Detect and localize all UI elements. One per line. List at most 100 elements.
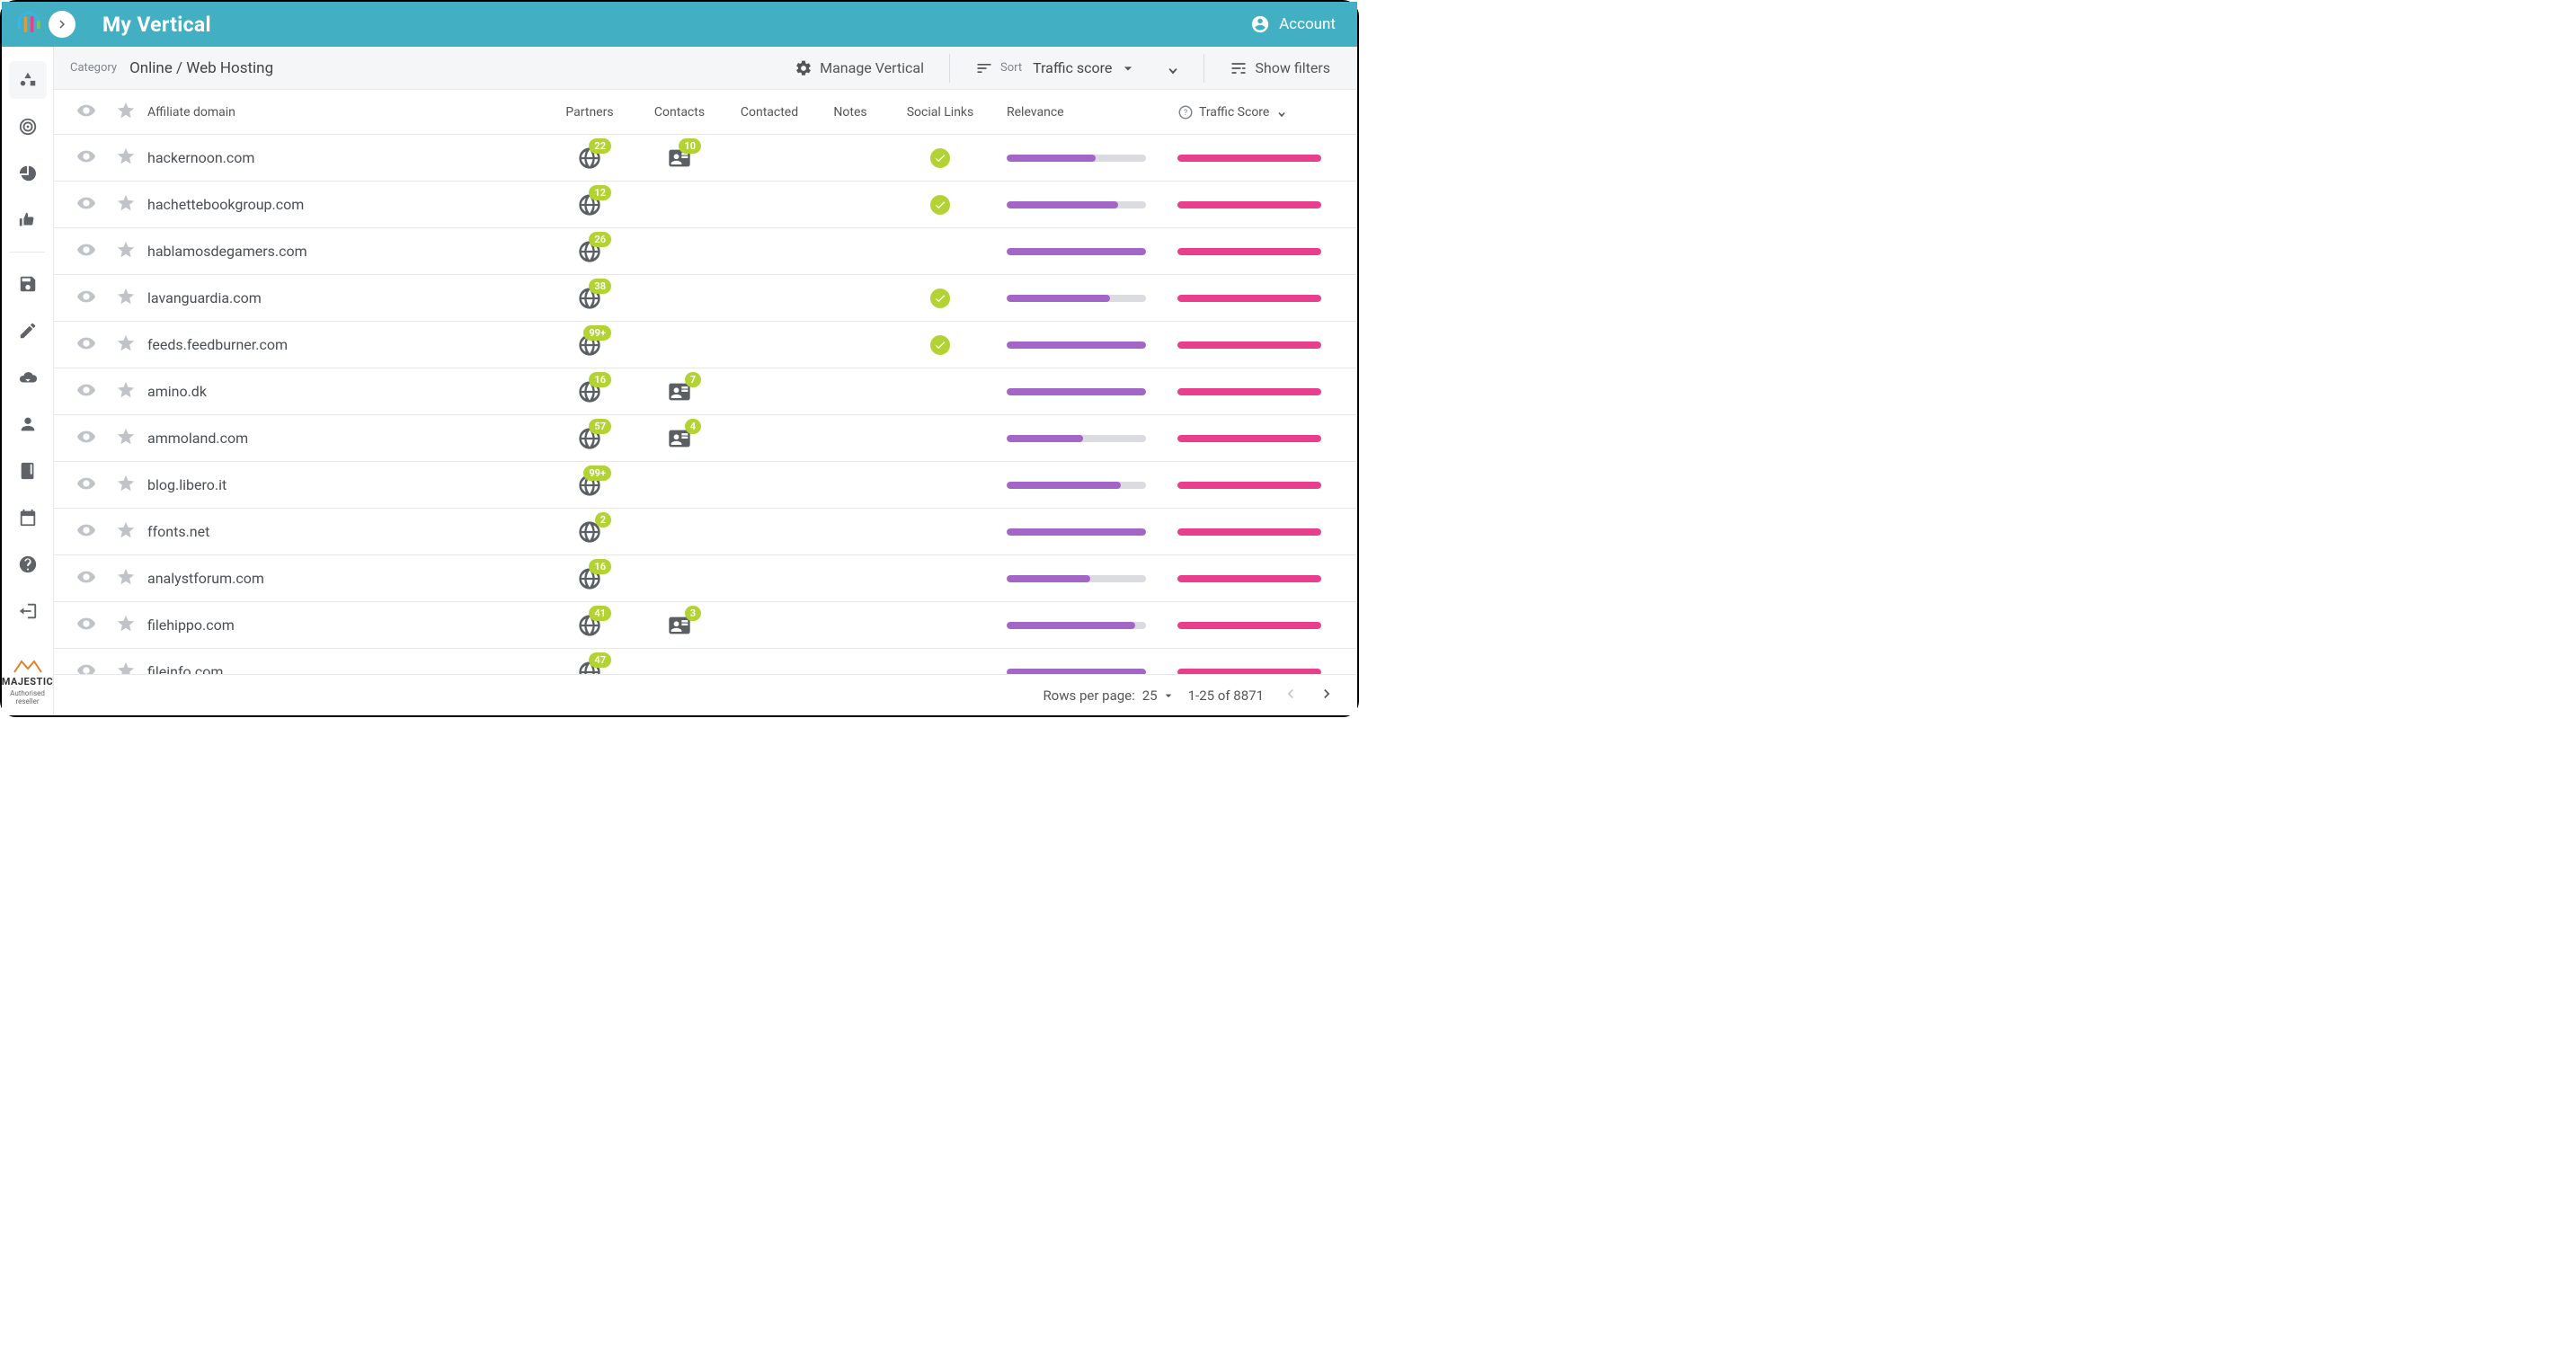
row-eye-icon[interactable]	[76, 474, 96, 497]
partners-badge[interactable]: 22	[577, 146, 602, 171]
row-star-icon[interactable]	[116, 474, 136, 497]
contacts-badge[interactable]: 10	[667, 146, 692, 171]
partners-badge[interactable]: 2	[577, 519, 602, 545]
row-domain[interactable]: ffonts.net	[146, 523, 545, 540]
partners-badge[interactable]: 57	[577, 426, 602, 451]
help-circle-icon[interactable]: ?	[1177, 104, 1194, 120]
col-partners[interactable]: Partners	[545, 105, 635, 120]
prev-page-button[interactable]	[1276, 679, 1305, 711]
table-row[interactable]: hackernoon.com 22 10	[54, 135, 1357, 182]
col-contacts[interactable]: Contacts	[635, 105, 724, 120]
partners-badge[interactable]: 16	[577, 566, 602, 591]
partners-badge[interactable]: 38	[577, 286, 602, 311]
rail-pie[interactable]	[9, 155, 47, 192]
row-domain[interactable]: filehippo.com	[146, 616, 545, 634]
row-eye-icon[interactable]	[76, 380, 96, 404]
row-star-icon[interactable]	[116, 287, 136, 310]
table-row[interactable]: fileinfo.com 47	[54, 649, 1357, 674]
account-menu[interactable]: Account	[1250, 14, 1336, 34]
row-eye-icon[interactable]	[76, 146, 96, 170]
rail-help[interactable]	[9, 545, 47, 583]
manage-vertical-button[interactable]: Manage Vertical	[784, 54, 935, 83]
row-star-icon[interactable]	[116, 380, 136, 404]
table-row[interactable]: feeds.feedburner.com 99+	[54, 322, 1357, 368]
rail-edit[interactable]	[9, 312, 47, 350]
row-star-icon[interactable]	[116, 240, 136, 263]
partners-badge[interactable]: 16	[577, 379, 602, 404]
category-value[interactable]: Online / Web Hosting	[129, 59, 273, 77]
sidebar-expand-button[interactable]	[49, 11, 76, 38]
row-domain[interactable]: hackernoon.com	[146, 149, 545, 166]
row-eye-icon[interactable]	[76, 661, 96, 675]
table-row[interactable]: filehippo.com 41 3	[54, 602, 1357, 649]
col-affiliate[interactable]: Affiliate domain	[146, 105, 545, 120]
next-page-button[interactable]	[1312, 679, 1341, 711]
rail-shapes[interactable]	[9, 61, 47, 99]
partners-badge[interactable]: 99+	[577, 333, 602, 358]
row-star-icon[interactable]	[116, 520, 136, 544]
show-filters-button[interactable]: Show filters	[1219, 54, 1341, 83]
table-row[interactable]: blog.libero.it 99+	[54, 462, 1357, 509]
row-domain[interactable]: hablamosdegamers.com	[146, 243, 545, 260]
row-eye-icon[interactable]	[76, 333, 96, 357]
rail-thumbs[interactable]	[9, 201, 47, 239]
contacts-badge[interactable]: 4	[667, 426, 692, 451]
partners-badge[interactable]: 47	[577, 660, 602, 675]
col-relevance[interactable]: Relevance	[994, 105, 1165, 120]
help-icon	[18, 554, 38, 574]
row-domain[interactable]: ammoland.com	[146, 430, 545, 447]
col-star-icon[interactable]	[116, 101, 136, 124]
col-eye-icon[interactable]	[76, 101, 96, 124]
partners-badge[interactable]: 12	[577, 192, 602, 217]
rail-book[interactable]	[9, 452, 47, 490]
col-traffic[interactable]: ? Traffic Score	[1165, 104, 1345, 120]
row-eye-icon[interactable]	[76, 520, 96, 544]
row-eye-icon[interactable]	[76, 240, 96, 263]
sort-direction-button[interactable]	[1157, 59, 1189, 77]
col-notes[interactable]: Notes	[814, 105, 886, 120]
row-star-icon[interactable]	[116, 427, 136, 450]
col-social[interactable]: Social Links	[886, 105, 994, 120]
table-row[interactable]: lavanguardia.com 38	[54, 275, 1357, 322]
contacts-badge[interactable]: 3	[667, 613, 692, 638]
row-eye-icon[interactable]	[76, 614, 96, 637]
table-row[interactable]: ammoland.com 57 4	[54, 415, 1357, 462]
row-star-icon[interactable]	[116, 567, 136, 590]
partners-badge[interactable]: 99+	[577, 473, 602, 498]
row-star-icon[interactable]	[116, 193, 136, 217]
table-row[interactable]: ffonts.net 2	[54, 509, 1357, 555]
table-row[interactable]: amino.dk 16 7	[54, 368, 1357, 415]
rail-person[interactable]	[9, 405, 47, 443]
rail-calendar[interactable]	[9, 499, 47, 537]
table-row[interactable]: analystforum.com 16	[54, 555, 1357, 602]
rail-save[interactable]	[9, 265, 47, 303]
row-domain[interactable]: lavanguardia.com	[146, 289, 545, 306]
sort-button[interactable]: Sort Traffic score	[964, 54, 1148, 83]
traffic-bar	[1177, 248, 1321, 255]
row-eye-icon[interactable]	[76, 567, 96, 590]
row-star-icon[interactable]	[116, 146, 136, 170]
row-eye-icon[interactable]	[76, 287, 96, 310]
table-row[interactable]: hachettebookgroup.com 12	[54, 182, 1357, 228]
row-domain[interactable]: blog.libero.it	[146, 476, 545, 493]
row-domain[interactable]: feeds.feedburner.com	[146, 336, 545, 353]
partners-badge[interactable]: 41	[577, 613, 602, 638]
rail-logout[interactable]	[9, 592, 47, 630]
row-star-icon[interactable]	[116, 333, 136, 357]
row-eye-icon[interactable]	[76, 427, 96, 450]
row-star-icon[interactable]	[116, 614, 136, 637]
rail-cloud[interactable]	[9, 359, 47, 396]
partners-badge[interactable]: 26	[577, 239, 602, 264]
rail-target[interactable]	[9, 108, 47, 146]
row-domain[interactable]: fileinfo.com	[146, 663, 545, 674]
rows-per-page-select[interactable]: 25	[1142, 687, 1176, 704]
row-eye-icon[interactable]	[76, 193, 96, 217]
row-domain[interactable]: analystforum.com	[146, 570, 545, 587]
col-contacted[interactable]: Contacted	[724, 105, 814, 120]
row-star-icon[interactable]	[116, 661, 136, 675]
contacts-badge[interactable]: 7	[667, 379, 692, 404]
chevron-right-icon	[54, 16, 70, 32]
table-row[interactable]: hablamosdegamers.com 26	[54, 228, 1357, 275]
row-domain[interactable]: hachettebookgroup.com	[146, 196, 545, 213]
row-domain[interactable]: amino.dk	[146, 383, 545, 400]
